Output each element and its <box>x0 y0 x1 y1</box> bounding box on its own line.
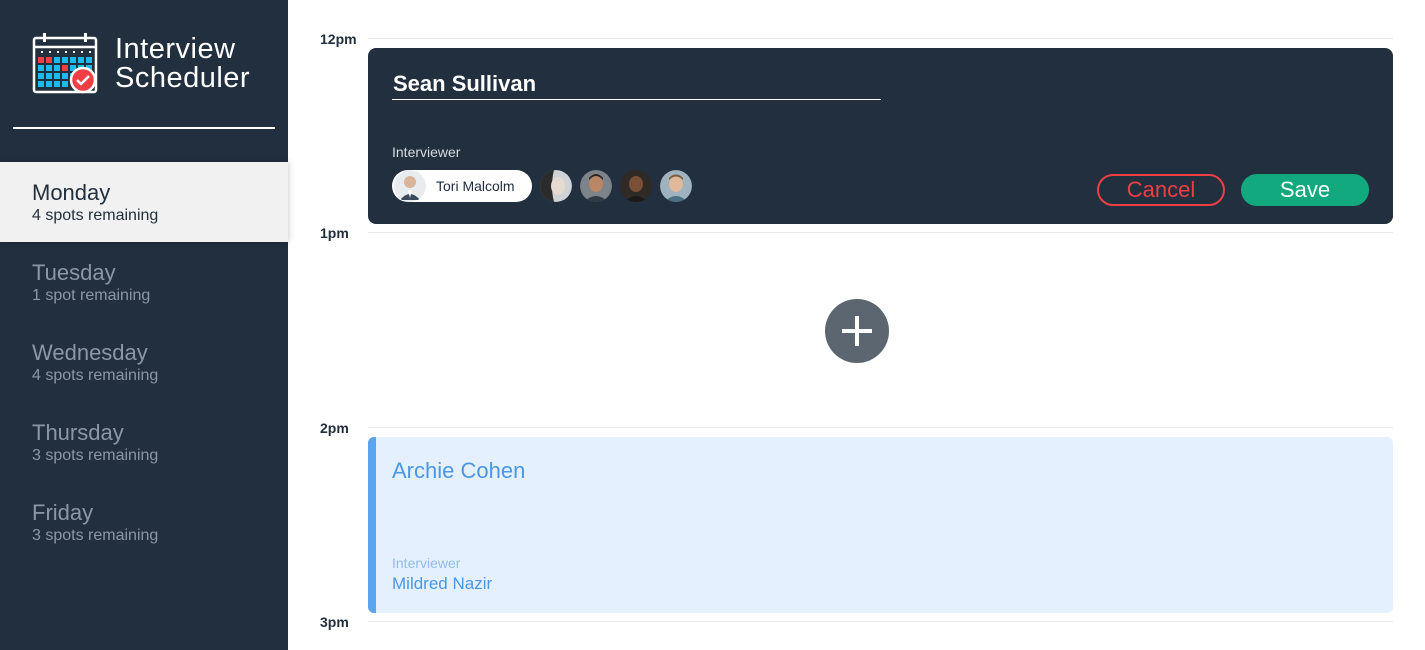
time-label-2pm: 2pm <box>320 420 349 436</box>
hour-divider <box>368 232 1393 233</box>
day-item-wednesday[interactable]: Wednesday 4 spots remaining <box>0 322 288 402</box>
sidebar: Interview Scheduler Monday 4 spots remai… <box>0 0 288 650</box>
appointment-interviewer-label: Interviewer <box>392 555 461 571</box>
appointment-card[interactable]: Archie Cohen Interviewer Mildred Nazir <box>368 437 1393 613</box>
time-label-3pm: 3pm <box>320 614 349 630</box>
interviewer-avatar-icon[interactable] <box>659 170 692 202</box>
day-name: Tuesday <box>32 260 116 285</box>
sidebar-divider <box>13 127 275 129</box>
interviewer-selected[interactable]: Tori Malcolm <box>392 170 532 202</box>
interviewer-list: Tori Malcolm <box>392 170 700 202</box>
plus-icon <box>842 316 872 346</box>
day-item-tuesday[interactable]: Tuesday 1 spot remaining <box>0 242 288 322</box>
hour-divider <box>368 427 1393 428</box>
save-button[interactable]: Save <box>1241 174 1369 206</box>
day-name: Thursday <box>32 420 124 445</box>
day-item-thursday[interactable]: Thursday 3 spots remaining <box>0 402 288 482</box>
interviewer-avatar-icon[interactable] <box>579 170 612 202</box>
day-item-monday[interactable]: Monday 4 spots remaining <box>0 162 288 242</box>
app-title: Interview Scheduler <box>115 35 250 93</box>
day-spots: 4 spots remaining <box>32 207 159 224</box>
app-title-line2: Scheduler <box>115 62 251 94</box>
appointment-student-name: Archie Cohen <box>392 458 526 483</box>
student-name-input[interactable] <box>392 68 881 100</box>
time-label-12pm: 12pm <box>320 31 357 47</box>
appointment-accent-bar <box>368 437 376 613</box>
interviewer-avatar-icon[interactable] <box>619 170 652 202</box>
day-item-friday[interactable]: Friday 3 spots remaining <box>0 482 288 562</box>
interviewer-label: Interviewer <box>392 144 461 160</box>
time-label-1pm: 1pm <box>320 225 349 241</box>
interviewer-name: Tori Malcolm <box>436 178 515 194</box>
day-name: Monday <box>32 180 111 205</box>
add-appointment-button[interactable] <box>825 299 889 363</box>
day-spots: 4 spots remaining <box>32 367 159 384</box>
day-spots: 1 spot remaining <box>32 287 151 304</box>
calendar-logo-icon <box>32 33 98 94</box>
appointment-edit-form: Interviewer Tori Malcolm <box>368 48 1393 224</box>
day-name: Wednesday <box>32 340 148 365</box>
app-title-line1: Interview <box>115 33 236 65</box>
app-brand: Interview Scheduler <box>32 32 272 96</box>
day-spots: 3 spots remaining <box>32 447 159 464</box>
cancel-button[interactable]: Cancel <box>1097 174 1225 206</box>
day-name: Friday <box>32 500 94 525</box>
interviewer-avatar-icon[interactable] <box>539 170 572 202</box>
day-spots: 3 spots remaining <box>32 527 159 544</box>
hour-divider <box>368 621 1393 622</box>
day-list: Monday 4 spots remaining Tuesday 1 spot … <box>0 162 288 562</box>
hour-divider <box>368 38 1393 39</box>
schedule: 12pm Interviewer Tori Malcolm <box>288 0 1425 650</box>
appointment-interviewer-name: Mildred Nazir <box>392 574 493 593</box>
interviewer-avatar-icon <box>394 170 426 202</box>
